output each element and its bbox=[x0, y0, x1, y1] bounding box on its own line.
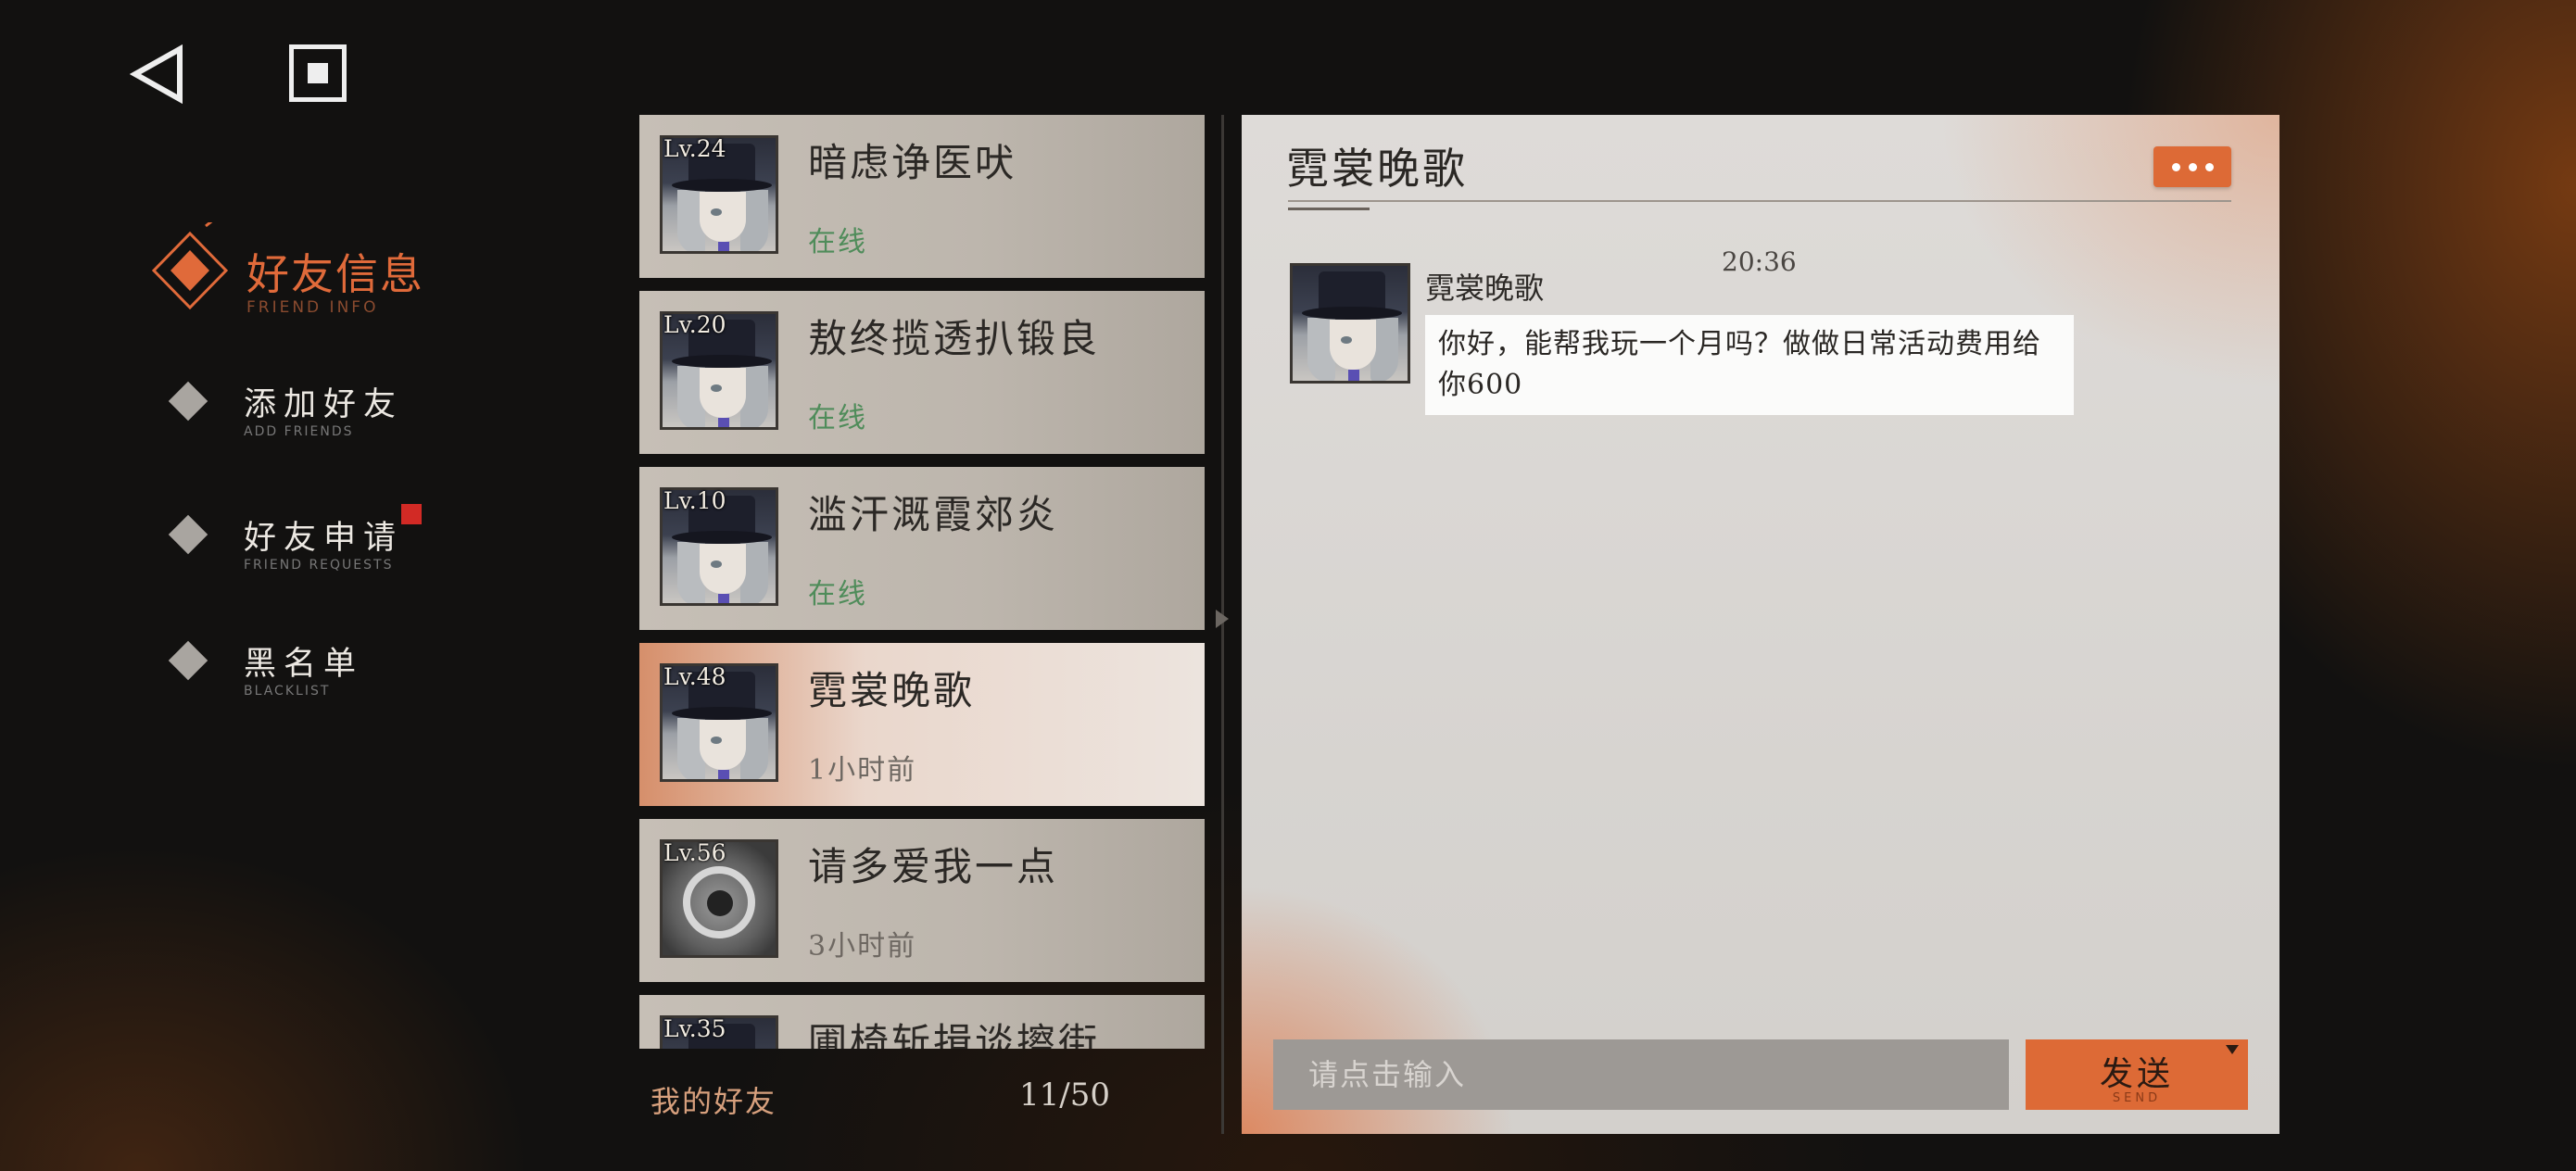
dot-icon bbox=[2172, 163, 2180, 171]
friend-level: Lv.20 bbox=[663, 311, 726, 338]
menu-item-label: 黑名单 bbox=[244, 646, 364, 683]
friend-name: 圃椅斩揖谈擦街 bbox=[808, 1020, 1101, 1049]
more-options-button[interactable] bbox=[2153, 146, 2231, 187]
menu-item-sub: ADD FRIENDS bbox=[244, 424, 354, 439]
my-friends-label: 我的好友 bbox=[650, 1084, 777, 1119]
friend-name: 敖终揽透扒锻良 bbox=[808, 316, 1101, 361]
dot-icon bbox=[2189, 163, 2197, 171]
notification-badge bbox=[401, 504, 422, 524]
friend-status: 在线 bbox=[808, 402, 867, 434]
home-square-icon[interactable] bbox=[289, 44, 347, 102]
friends-count: 11/50 bbox=[1019, 1077, 1110, 1114]
chat-input[interactable] bbox=[1273, 1039, 2009, 1110]
friends-list[interactable]: Lv.24 暗虑诤医吠 在线 Lv.20 敖终揽透扒锻良 在线 Lv.10 滥汗… bbox=[639, 115, 1205, 1049]
friend-status: 3小时前 bbox=[808, 930, 917, 963]
title-divider-accent bbox=[1288, 208, 1370, 210]
friend-card[interactable]: Lv.10 滥汗溉霞郊炎 在线 bbox=[639, 467, 1205, 630]
diamond-emblem-icon bbox=[151, 222, 229, 310]
chat-title: 霓裳晚歌 bbox=[1286, 144, 1468, 194]
back-triangle-icon[interactable] bbox=[130, 44, 185, 104]
menu-item-label: 好友申请 bbox=[244, 520, 404, 557]
friend-card-selected[interactable]: Lv.48 霓裳晚歌 1小时前 bbox=[639, 643, 1205, 806]
chat-input-field[interactable] bbox=[1273, 1039, 2009, 1110]
friend-level: Lv.56 bbox=[663, 839, 726, 866]
menu-item-sub: FRIEND REQUESTS bbox=[244, 558, 394, 573]
send-label: 发送 bbox=[2099, 1055, 2174, 1093]
friend-status: 在线 bbox=[808, 578, 867, 611]
friend-card[interactable]: Lv.24 暗虑诤医吠 在线 bbox=[639, 115, 1205, 278]
friend-name: 霓裳晚歌 bbox=[808, 668, 976, 713]
friend-name: 滥汗溉霞郊炎 bbox=[808, 492, 1059, 537]
friend-status: 1小时前 bbox=[808, 754, 917, 787]
friend-name: 请多爱我一点 bbox=[808, 844, 1059, 889]
friend-name: 暗虑诤医吠 bbox=[808, 140, 1017, 185]
menu-item-sub: BLACKLIST bbox=[244, 684, 331, 699]
menu-item-label: 添加好友 bbox=[244, 386, 404, 423]
friend-level: Lv.48 bbox=[663, 663, 726, 690]
send-sub: SEND bbox=[2112, 1091, 2162, 1105]
collapse-arrow-icon[interactable] bbox=[1216, 610, 1229, 628]
send-button[interactable]: 发送 SEND bbox=[2026, 1039, 2248, 1110]
friend-card[interactable]: Lv.20 敖终揽透扒锻良 在线 bbox=[639, 291, 1205, 454]
friend-level: Lv.10 bbox=[663, 487, 726, 514]
friend-status: 在线 bbox=[808, 226, 867, 258]
message-sender: 霓裳晚歌 bbox=[1425, 271, 1545, 306]
friend-card[interactable]: Lv.35 圃椅斩揖谈擦街 bbox=[639, 995, 1205, 1049]
corner-mark-icon bbox=[2226, 1045, 2239, 1054]
message-bubble: 你好，能帮我玩一个月吗？做做日常活动费用给你600 bbox=[1425, 315, 2074, 415]
menu-title: 好友信息 bbox=[246, 249, 424, 299]
friend-level: Lv.24 bbox=[663, 135, 726, 162]
chat-panel: 霓裳晚歌 20:36 霓裳晚歌 你好，能帮我玩一个月吗？做做日常活动费用给你60… bbox=[1242, 115, 2279, 1134]
dot-icon bbox=[2205, 163, 2214, 171]
menu-title-sub: FRIEND INFO bbox=[246, 298, 379, 317]
friend-level: Lv.35 bbox=[663, 1015, 726, 1042]
friend-card[interactable]: Lv.56 请多爱我一点 3小时前 bbox=[639, 819, 1205, 982]
message-timestamp: 20:36 bbox=[1722, 246, 1797, 277]
title-divider bbox=[1288, 200, 2231, 202]
sender-avatar[interactable] bbox=[1290, 263, 1410, 384]
